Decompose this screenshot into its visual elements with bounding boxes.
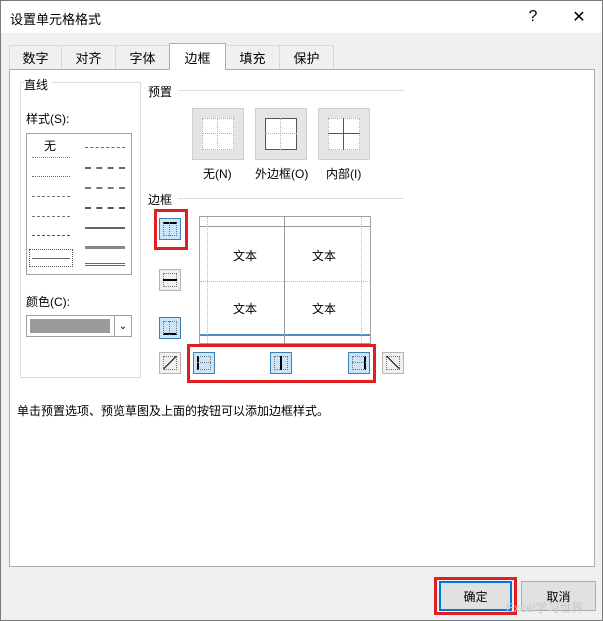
border-diagonal-up-button[interactable] bbox=[159, 352, 181, 374]
help-button[interactable]: ? bbox=[510, 1, 556, 33]
preview-top-line bbox=[200, 226, 370, 227]
preset-outline-icon bbox=[265, 118, 297, 150]
border-preview[interactable]: 文本 文本 文本 文本 bbox=[199, 216, 371, 344]
hint-text: 单击预置选项、预览草图及上面的按钮可以添加边框样式。 bbox=[17, 404, 330, 418]
color-dropdown[interactable]: ⌄ bbox=[26, 315, 132, 337]
style-hair[interactable] bbox=[32, 157, 70, 158]
style-thin-selected[interactable] bbox=[29, 249, 73, 267]
style-dash-dot[interactable] bbox=[32, 216, 70, 217]
line-style-list[interactable]: 无 bbox=[26, 133, 132, 275]
color-swatch bbox=[30, 319, 110, 333]
format-cells-dialog: 设置单元格格式 ? ✕ 数字 对齐 字体 边框 填充 保护 直线 样式(S): … bbox=[0, 0, 603, 621]
preview-cell-text: 文本 bbox=[232, 302, 257, 316]
preset-inside-button[interactable] bbox=[318, 108, 370, 160]
tab-font[interactable]: 字体 bbox=[115, 45, 170, 69]
close-button[interactable]: ✕ bbox=[556, 1, 602, 33]
ok-button[interactable]: 确定 bbox=[439, 581, 512, 611]
tab-fill[interactable]: 填充 bbox=[225, 45, 280, 69]
chevron-down-icon[interactable]: ⌄ bbox=[114, 316, 131, 336]
preset-none-label: 无(N) bbox=[203, 167, 232, 181]
color-label: 颜色(C): bbox=[26, 293, 70, 310]
border-bottom-icon bbox=[163, 321, 177, 335]
style-dash-dot-dot[interactable] bbox=[32, 196, 70, 197]
border-inside-horizontal-button[interactable] bbox=[159, 269, 181, 291]
style-dotted[interactable] bbox=[32, 176, 70, 177]
tab-protection[interactable]: 保护 bbox=[279, 45, 334, 69]
style-dashed[interactable] bbox=[32, 235, 70, 236]
preview-cell-text: 文本 bbox=[311, 302, 336, 316]
border-divider bbox=[178, 198, 404, 199]
preview-cell-text: 文本 bbox=[232, 249, 257, 263]
preset-inside-icon bbox=[328, 118, 360, 150]
highlight-top-border bbox=[154, 209, 188, 250]
style-none[interactable]: 无 bbox=[44, 137, 56, 154]
border-group-label: 边框 bbox=[148, 191, 177, 208]
presets-divider bbox=[178, 90, 404, 91]
dialog-title: 设置单元格格式 bbox=[10, 12, 102, 27]
border-tab-panel: 直线 样式(S): 无 颜色(C): ⌄ 预置 无(N) 外边框(O) 内部(I… bbox=[9, 69, 595, 567]
preset-outline-label: 外边框(O) bbox=[255, 167, 309, 181]
border-diagonal-down-button[interactable] bbox=[382, 352, 404, 374]
presets-group-label: 预置 bbox=[148, 83, 177, 100]
style-medium-dashed[interactable] bbox=[85, 207, 125, 209]
watermark: Excel学习世界 bbox=[506, 601, 584, 615]
diagonal-up-icon bbox=[163, 355, 177, 370]
tab-alignment[interactable]: 对齐 bbox=[61, 45, 116, 69]
title-bar: 设置单元格格式 ? ✕ bbox=[1, 1, 602, 33]
preset-none-button[interactable] bbox=[192, 108, 244, 160]
style-medium[interactable] bbox=[85, 227, 125, 229]
preset-none-icon bbox=[202, 118, 234, 150]
tab-number[interactable]: 数字 bbox=[9, 45, 62, 69]
line-group-label: 直线 bbox=[24, 76, 53, 93]
tab-border[interactable]: 边框 bbox=[169, 43, 226, 70]
preset-inside-label: 内部(I) bbox=[326, 167, 362, 181]
diagonal-down-icon bbox=[386, 355, 400, 370]
close-icon: ✕ bbox=[572, 9, 586, 26]
preset-outline-button[interactable] bbox=[255, 108, 307, 160]
preview-cell-text: 文本 bbox=[311, 249, 336, 263]
style-label: 样式(S): bbox=[26, 110, 70, 127]
style-thick[interactable] bbox=[85, 246, 125, 249]
style-medium-dash-dot-dot[interactable] bbox=[85, 147, 125, 148]
style-medium-dash-dot[interactable] bbox=[85, 187, 125, 189]
style-double[interactable] bbox=[85, 263, 125, 266]
style-slant-dash-dot[interactable] bbox=[85, 167, 125, 169]
highlight-bottom-row bbox=[187, 344, 376, 383]
border-inside-horizontal-icon bbox=[163, 273, 177, 287]
border-bottom-button[interactable] bbox=[159, 317, 181, 339]
help-icon: ? bbox=[528, 8, 538, 25]
